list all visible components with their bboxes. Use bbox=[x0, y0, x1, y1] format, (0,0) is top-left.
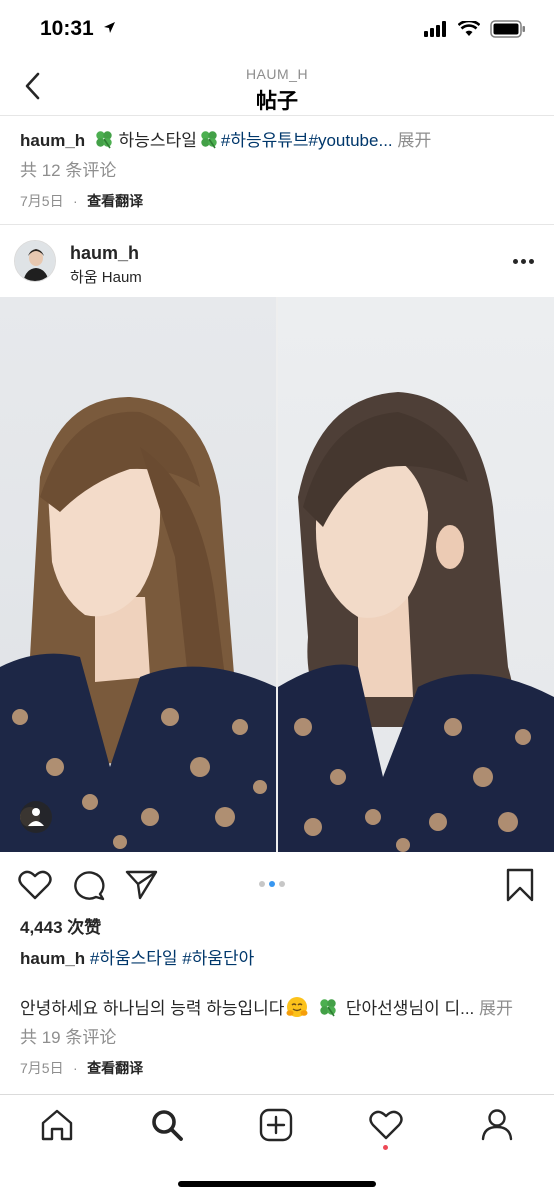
save-bookmark-icon[interactable] bbox=[506, 868, 534, 902]
comment-icon[interactable] bbox=[72, 869, 106, 901]
meta-separator: · bbox=[73, 193, 78, 209]
cellular-signal-icon bbox=[424, 21, 446, 37]
status-time: 10:31 bbox=[40, 17, 116, 41]
home-icon[interactable] bbox=[40, 1108, 74, 1142]
post-caption: haum_h #하움스타일 #하움단아 bbox=[20, 948, 254, 970]
post-body: 안녕하세요 하나님의 능력 하능입니다 단아선생님이 디... 展开 bbox=[20, 996, 513, 1020]
add-post-icon[interactable] bbox=[259, 1108, 293, 1142]
prev-date: 7月5日 bbox=[20, 193, 64, 209]
like-heart-icon[interactable] bbox=[18, 869, 52, 901]
avatar-image bbox=[15, 241, 55, 281]
activity-heart-icon[interactable] bbox=[369, 1109, 403, 1141]
home-indicator bbox=[178, 1181, 376, 1187]
photo-panel-right bbox=[278, 297, 554, 852]
top-header: HAUM_H 帖子 bbox=[0, 60, 554, 115]
share-send-icon[interactable] bbox=[125, 869, 159, 901]
battery-icon bbox=[490, 20, 525, 38]
carousel-indicator bbox=[259, 881, 285, 887]
prev-comments-link[interactable]: 共 12 条评论 bbox=[20, 160, 116, 182]
header-username: HAUM_H bbox=[245, 66, 309, 82]
prev-caption-username[interactable]: haum_h bbox=[20, 131, 85, 150]
header-divider bbox=[0, 115, 554, 116]
prev-caption-text: 하능스타일 bbox=[118, 131, 197, 150]
post-comments-link[interactable]: 共 19 条评论 bbox=[20, 1027, 116, 1049]
post-body-text-continued: 단아선생님이 디... bbox=[345, 999, 475, 1018]
carousel-dot bbox=[259, 881, 265, 887]
post-date: 7月5日 bbox=[20, 1060, 64, 1076]
post-more-button[interactable]: 展开 bbox=[479, 999, 513, 1018]
wifi-icon bbox=[458, 21, 480, 36]
prev-caption-hashtags[interactable]: #하능유튜브#youtube... bbox=[221, 131, 393, 150]
caption-hashtags[interactable]: #하움스타일 #하움단아 bbox=[90, 949, 254, 968]
carousel-dot-active bbox=[269, 881, 275, 887]
prev-more-button[interactable]: 展开 bbox=[397, 131, 431, 150]
four-leaf-clover-icon bbox=[201, 131, 217, 149]
prev-caption: haum_h 하능스타일 #하능유튜브#youtube... 展开 bbox=[20, 129, 431, 152]
location-arrow-icon bbox=[103, 22, 115, 33]
more-options-icon[interactable] bbox=[513, 259, 534, 264]
post-translate-link[interactable]: 查看翻译 bbox=[87, 1060, 143, 1076]
photo-panel-left bbox=[0, 297, 276, 852]
prev-meta-row: 7月5日 · 查看翻译 bbox=[20, 191, 143, 211]
post-photo[interactable] bbox=[0, 297, 554, 852]
search-icon[interactable] bbox=[150, 1108, 184, 1142]
likes-count[interactable]: 4,443 次赞 bbox=[20, 917, 101, 939]
hugging-face-emoji-icon bbox=[286, 997, 308, 1017]
avatar[interactable] bbox=[14, 240, 56, 282]
caption-username[interactable]: haum_h bbox=[20, 949, 85, 968]
notification-dot bbox=[383, 1145, 388, 1150]
status-bar: 10:31 bbox=[0, 0, 554, 60]
meta-separator: · bbox=[73, 1060, 78, 1076]
post-separator bbox=[0, 224, 554, 225]
post-subtitle[interactable]: 하움 Haum bbox=[70, 266, 142, 287]
four-leaf-clover-icon bbox=[96, 131, 112, 149]
profile-icon[interactable] bbox=[480, 1107, 514, 1141]
carousel-dot bbox=[279, 881, 285, 887]
status-icons bbox=[424, 20, 526, 38]
post-meta-row: 7月5日 · 查看翻译 bbox=[20, 1058, 143, 1078]
post-username[interactable]: haum_h bbox=[70, 242, 139, 264]
four-leaf-clover-icon bbox=[320, 999, 336, 1017]
prev-translate-link[interactable]: 查看翻译 bbox=[87, 193, 143, 209]
photo-right-illustration bbox=[278, 392, 554, 852]
post-body-text: 안녕하세요 하나님의 능력 하능입니다 bbox=[20, 999, 285, 1018]
photo-left-illustration bbox=[0, 397, 276, 852]
page-title: 帖子 bbox=[256, 90, 298, 113]
